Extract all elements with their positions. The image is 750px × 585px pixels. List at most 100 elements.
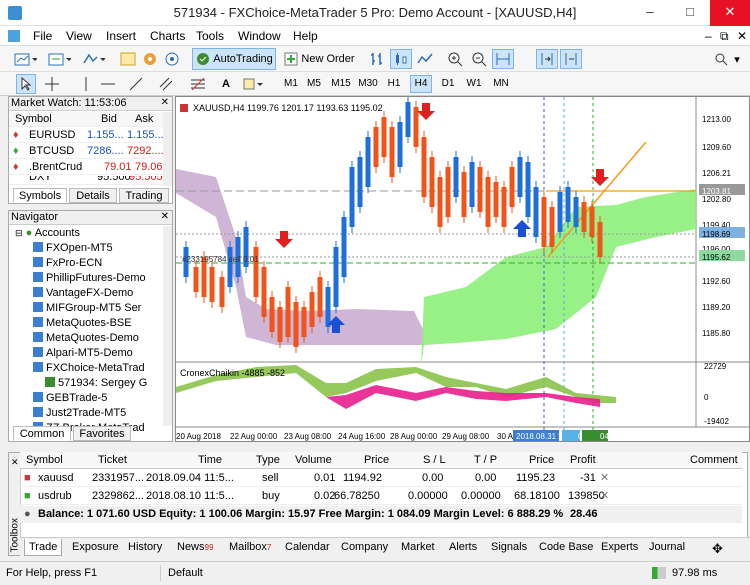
menu-charts[interactable]: Charts [150,29,185,43]
text-icon[interactable]: A [216,74,236,94]
autotrading-button[interactable]: AutoTrading [192,48,276,70]
search-icon[interactable] [712,49,730,69]
tab-common[interactable]: Common [13,426,71,441]
tree-item[interactable]: FXChoice-MetaTrad [33,361,145,376]
close-button[interactable]: ✕ [710,0,750,26]
tree-item[interactable]: MIFGroup-MT5 Ser [33,301,141,316]
th-type[interactable]: Type [256,452,280,469]
list-item[interactable]: ♦ BTCUSD 7286.... 7292.... [9,144,165,159]
menu-view[interactable]: View [66,29,92,43]
tab-trade[interactable]: Trade [24,539,63,556]
timeframe-m5[interactable]: M5 [303,75,325,93]
minimize-button[interactable]: – [630,0,670,26]
tab-details[interactable]: Details [69,188,117,203]
navigator-icon[interactable] [140,49,160,69]
close-position-icon[interactable]: ✕ [600,488,609,505]
menu-insert[interactable]: Insert [106,29,136,43]
timeframe-h1[interactable]: H1 [383,75,405,93]
th-time[interactable]: Time [198,452,222,469]
tab-symbols[interactable]: Symbols [13,188,67,203]
navigator-scrollbar[interactable] [163,226,172,426]
th-sl[interactable]: S / L [423,452,446,469]
tree-item[interactable]: Just2Trade-MT5 [33,406,126,421]
col-bid[interactable]: Bid [101,112,117,127]
maximize-button[interactable]: □ [670,0,710,26]
table-row[interactable]: ■ usdrub 2329862... 2018.08.10 11:5... b… [20,488,742,505]
tab-market[interactable]: Market [397,539,439,556]
tab-favorites[interactable]: Favorites [73,426,131,441]
timeframe-m30[interactable]: M30 [355,75,381,93]
collapse-icon[interactable]: ⊟ [15,228,23,238]
shapes-icon[interactable] [240,74,268,94]
tab-alerts[interactable]: Alerts [445,539,481,556]
close-position-icon[interactable]: ✕ [600,470,609,487]
th-comment[interactable]: Comment [690,452,738,469]
autoscroll-icon[interactable] [536,49,558,69]
list-item[interactable]: ♦ EURUSD 1.155... 1.155... [9,128,165,143]
list-item[interactable]: ♦ .BrentCrud 79.01 79.06 [9,160,165,175]
tab-company[interactable]: Company [337,539,392,556]
new-chart-button[interactable] [10,49,40,69]
tree-item[interactable]: FXOpen-MT5 [33,241,113,256]
mdi-restore-button[interactable]: ⧉ [720,29,729,44]
market-watch-scrollbar[interactable] [163,112,172,186]
tab-history[interactable]: History [124,539,166,556]
tab-signals[interactable]: Signals [487,539,531,556]
bar-chart-icon[interactable] [366,49,388,69]
fibonacci-icon[interactable] [188,74,208,94]
candlestick-icon[interactable] [390,49,412,69]
tab-calendar[interactable]: Calendar [281,539,334,556]
tree-item[interactable]: FxPro-ECN [33,256,102,271]
tree-accounts[interactable]: ⊟ ● Accounts [15,226,80,241]
tree-item[interactable]: PhillipFutures-Demo [33,271,146,286]
resize-handle-icon[interactable]: ✥ [712,541,723,557]
chart-window[interactable]: 1213.00 1209.60 1206.21 1203.81 1202.80 1199.… [175,96,750,442]
tab-mailbox[interactable]: Mailbox7 [225,539,275,556]
tab-exposure[interactable]: Exposure [68,539,122,556]
timeframe-h4[interactable]: H4 [410,75,432,93]
menu-file[interactable]: File [33,29,52,43]
indicators-button[interactable] [78,49,108,69]
menu-help[interactable]: Help [293,29,318,43]
horizontal-line-icon[interactable] [98,74,118,94]
cursor-icon[interactable] [16,74,36,94]
close-icon[interactable]: ✕ [11,457,19,468]
th-tp[interactable]: T / P [474,452,497,469]
chevron-down-icon[interactable]: ▾ [730,49,744,69]
timeframe-mn[interactable]: MN [490,75,512,93]
col-symbol[interactable]: Symbol [15,112,52,127]
crosshair-icon[interactable] [42,74,62,94]
tab-news[interactable]: News99 [173,539,217,556]
vertical-line-icon[interactable] [76,74,96,94]
tile-windows-icon[interactable] [492,49,514,69]
signals-icon[interactable] [162,49,182,69]
mdi-close-button[interactable]: ✕ [737,29,747,43]
trendline-icon[interactable] [126,74,146,94]
tab-journal[interactable]: Journal [645,539,689,556]
timeframe-d1[interactable]: D1 [437,75,459,93]
line-chart-icon[interactable] [414,49,436,69]
th-symbol[interactable]: Symbol [26,452,63,469]
price-chart[interactable]: 1213.001209.601206.211203.811202.801199.… [176,97,749,441]
profiles-button[interactable] [44,49,74,69]
th-price[interactable]: Price [364,452,389,469]
market-watch-icon[interactable] [118,49,138,69]
channel-icon[interactable] [156,74,176,94]
menu-tools[interactable]: Tools [196,29,224,43]
col-ask[interactable]: Ask [135,112,153,127]
chart-shift-icon[interactable] [560,49,582,69]
tab-code-base[interactable]: Code Base [535,539,597,556]
tree-item[interactable]: VantageFX-Demo [33,286,133,301]
table-row[interactable]: ■ xauusd 2331957... 2018.09.04 11:5... s… [20,470,742,487]
tab-trading[interactable]: Trading [119,188,169,203]
timeframe-m15[interactable]: M15 [328,75,354,93]
list-item[interactable]: DXY 95.500 95.505 [9,176,165,185]
th-current-price[interactable]: Price [529,452,554,469]
close-icon[interactable]: ✕ [161,97,169,108]
mdi-minimize-button[interactable]: – [705,29,712,43]
close-icon[interactable]: ✕ [161,211,169,222]
zoom-in-icon[interactable] [444,49,466,69]
zoom-out-icon[interactable] [468,49,490,69]
tree-item[interactable]: MetaQuotes-BSE [33,316,132,331]
tab-experts[interactable]: Experts [597,539,642,556]
